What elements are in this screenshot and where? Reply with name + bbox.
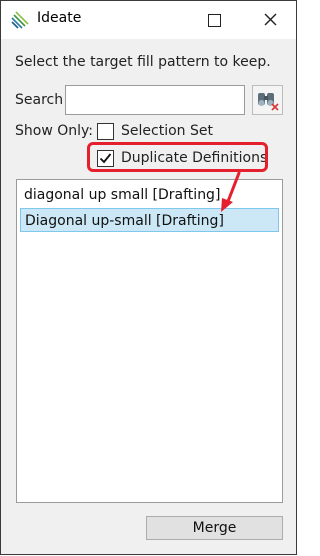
instruction-text: Select the target fill pattern to keep. [15,54,271,70]
merge-button[interactable]: Merge [146,516,283,540]
search-input[interactable] [65,85,245,115]
search-label: Search [15,92,64,108]
binoculars-clear-icon [258,93,279,111]
show-only-label: Show Only: [15,123,93,139]
close-icon [264,13,277,26]
title-bar[interactable]: Ideate [1,1,296,39]
list-item[interactable]: diagonal up small [Drafting] [20,183,279,207]
ideate-dialog: Ideate Select the target fill pattern to… [0,0,297,555]
selection-set-label[interactable]: Selection Set [121,123,213,139]
maximize-button[interactable] [191,1,237,39]
window-title: Ideate [37,10,82,26]
square-icon [208,14,221,27]
annotation-highlight [87,142,268,172]
close-button[interactable] [248,1,294,39]
list-item-selected[interactable]: Diagonal up-small [Drafting] [20,208,279,232]
search-button[interactable] [252,85,283,115]
ideate-logo-icon [11,11,29,29]
pattern-list[interactable]: diagonal up small [Drafting] Diagonal up… [16,179,283,503]
selection-set-checkbox[interactable] [97,123,114,140]
